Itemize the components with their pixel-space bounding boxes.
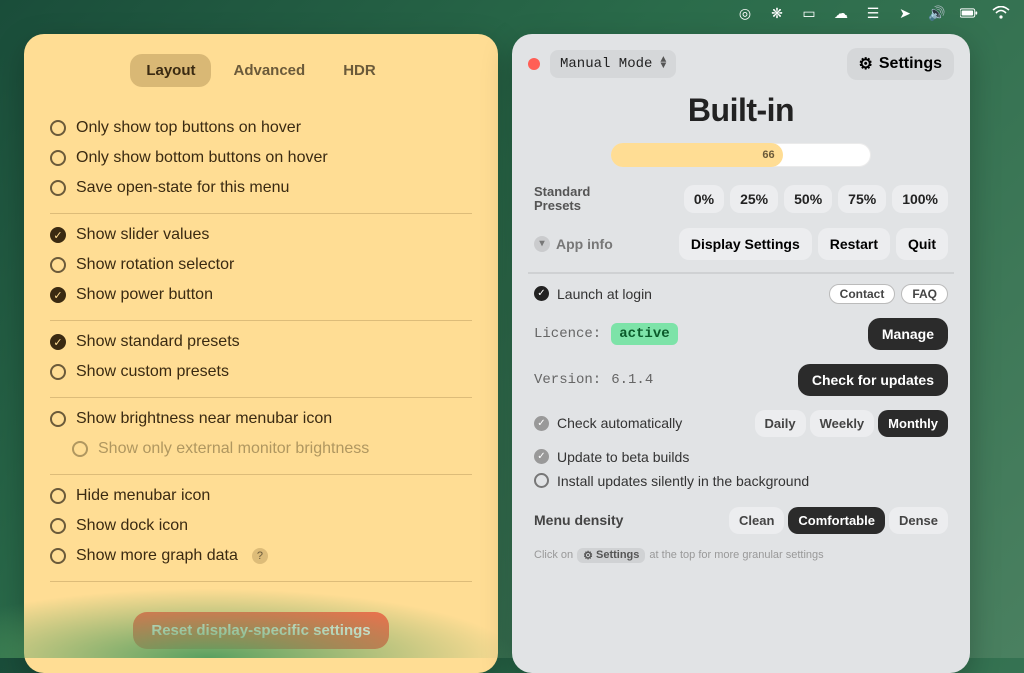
manage-licence-button[interactable]: Manage: [868, 318, 948, 350]
tab-hdr[interactable]: HDR: [327, 54, 392, 87]
preset-75[interactable]: 75%: [838, 185, 886, 213]
opt-label: Show power button: [76, 286, 213, 304]
opt-top-hover[interactable]: Only show top buttons on hover: [50, 113, 472, 143]
density-dense[interactable]: Dense: [889, 507, 948, 534]
check-automatically-checkbox[interactable]: ✓Check automatically: [534, 415, 682, 431]
display-name: Built-in: [528, 92, 954, 129]
chevron-updown-icon: ▲▼: [660, 58, 666, 70]
opt-external-only: Show only external monitor brightness: [72, 434, 472, 464]
brightness-value: 66: [762, 149, 774, 161]
opt-label: Show rotation selector: [76, 256, 234, 274]
preset-100[interactable]: 100%: [892, 185, 948, 213]
mode-selector[interactable]: Manual Mode ▲▼: [550, 50, 676, 78]
faq-button[interactable]: FAQ: [901, 284, 948, 304]
opt-label: Show standard presets: [76, 333, 240, 351]
licence-status: active: [611, 323, 677, 345]
opt-label: Show slider values: [76, 226, 209, 244]
restart-button[interactable]: Restart: [818, 228, 890, 260]
licence-key: Licence:: [534, 326, 601, 342]
dial-icon[interactable]: ◎: [736, 4, 754, 22]
tab-advanced[interactable]: Advanced: [217, 54, 321, 87]
menu-density-label: Menu density: [534, 512, 623, 528]
close-icon[interactable]: [528, 58, 540, 70]
version-key: Version:: [534, 372, 601, 388]
display-settings-button[interactable]: Display Settings: [679, 228, 812, 260]
opt-label: Show only external monitor brightness: [98, 440, 369, 458]
opt-power-button[interactable]: ✓Show power button: [50, 280, 472, 310]
location-icon[interactable]: ➤: [896, 4, 914, 22]
opt-label: Show more graph data: [76, 547, 238, 565]
wifi-icon[interactable]: [992, 4, 1010, 22]
display-icon[interactable]: ▭: [800, 4, 818, 22]
install-silently-checkbox[interactable]: Install updates silently in the backgrou…: [534, 473, 948, 489]
info-icon[interactable]: ?: [252, 548, 268, 564]
mode-label: Manual Mode: [560, 56, 652, 72]
settings-tabs: Layout Advanced HDR: [50, 54, 472, 87]
macos-menubar: ◎ ❋ ▭ ☁ ☰ ➤ 🔊: [722, 0, 1024, 26]
settings-panel-layout: Layout Advanced HDR Only show top button…: [24, 34, 498, 673]
gear-icon: ⚙: [583, 549, 593, 562]
app-info-toggle[interactable]: ▾ App info: [534, 236, 613, 252]
opt-custom-presets[interactable]: Show custom presets: [50, 357, 472, 387]
check-updates-button[interactable]: Check for updates: [798, 364, 948, 396]
preset-50[interactable]: 50%: [784, 185, 832, 213]
opt-label: Show dock icon: [76, 517, 188, 535]
opt-show-graph-data[interactable]: Show more graph data?: [50, 541, 472, 571]
opt-hide-menubar-icon[interactable]: Hide menubar icon: [50, 481, 472, 511]
opt-label: Save open-state for this menu: [76, 179, 289, 197]
opt-show-dock-icon[interactable]: Show dock icon: [50, 511, 472, 541]
quit-button[interactable]: Quit: [896, 228, 948, 260]
density-comfortable[interactable]: Comfortable: [788, 507, 885, 534]
preset-25[interactable]: 25%: [730, 185, 778, 213]
compass-icon[interactable]: ❋: [768, 4, 786, 22]
menu-density-segment: Clean Comfortable Dense: [729, 507, 948, 534]
update-beta-checkbox[interactable]: ✓Update to beta builds: [534, 449, 948, 465]
opt-slider-values[interactable]: ✓Show slider values: [50, 220, 472, 250]
contact-button[interactable]: Contact: [829, 284, 896, 304]
opt-label: Only show top buttons on hover: [76, 119, 301, 137]
settings-button[interactable]: ⚙ Settings: [847, 48, 954, 80]
tab-layout[interactable]: Layout: [130, 54, 211, 87]
display-control-panel: Manual Mode ▲▼ ⚙ Settings Built-in ☀ 66 …: [512, 34, 970, 673]
opt-label: Show custom presets: [76, 363, 229, 381]
wallpaper-foreground: [0, 588, 520, 658]
opt-save-open-state[interactable]: Save open-state for this menu: [50, 173, 472, 203]
freq-daily[interactable]: Daily: [755, 410, 806, 437]
cloud-icon[interactable]: ☁: [832, 4, 850, 22]
drives-icon[interactable]: ☰: [864, 4, 882, 22]
opt-bottom-hover[interactable]: Only show bottom buttons on hover: [50, 143, 472, 173]
launch-at-login-checkbox[interactable]: ✓Launch at login: [534, 286, 652, 302]
settings-hint: Click on ⚙Settings at the top for more g…: [534, 548, 948, 563]
chevron-down-icon: ▾: [534, 236, 550, 252]
density-clean[interactable]: Clean: [729, 507, 784, 534]
battery-icon[interactable]: [960, 4, 978, 22]
freq-monthly[interactable]: Monthly: [878, 410, 948, 437]
opt-brightness-menubar[interactable]: Show brightness near menubar icon: [50, 404, 472, 434]
opt-label: Hide menubar icon: [76, 487, 210, 505]
opt-label: Only show bottom buttons on hover: [76, 149, 328, 167]
opt-standard-presets[interactable]: ✓Show standard presets: [50, 327, 472, 357]
opt-rotation-selector[interactable]: Show rotation selector: [50, 250, 472, 280]
preset-0[interactable]: 0%: [684, 185, 724, 213]
presets-label: StandardPresets: [534, 185, 590, 214]
settings-label: Settings: [879, 55, 942, 73]
opt-label: Show brightness near menubar icon: [76, 410, 332, 428]
volume-icon[interactable]: 🔊: [928, 4, 946, 22]
gear-icon: ⚙: [859, 54, 873, 74]
brightness-slider[interactable]: ☀ 66: [611, 143, 871, 167]
update-frequency-segment: Daily Weekly Monthly: [755, 410, 948, 437]
freq-weekly[interactable]: Weekly: [810, 410, 875, 437]
version-value: 6.1.4: [611, 372, 653, 388]
